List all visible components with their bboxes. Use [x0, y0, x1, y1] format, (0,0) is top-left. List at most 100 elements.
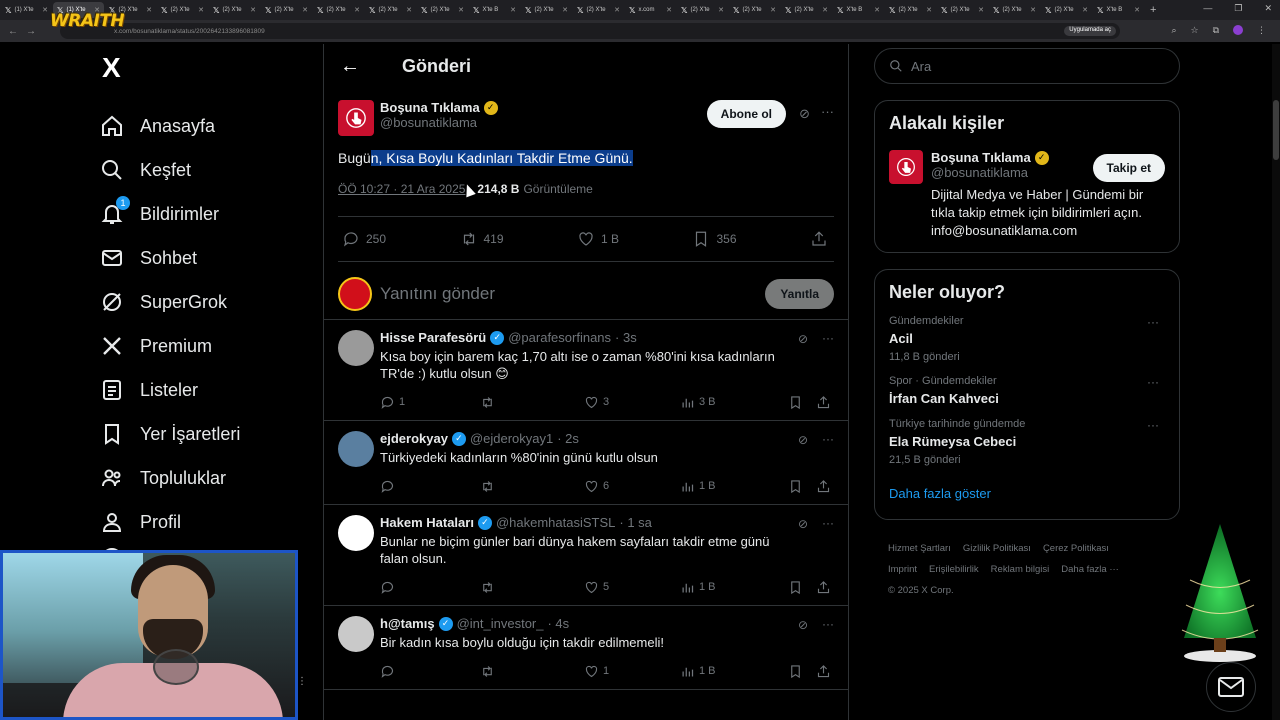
- more-options-icon[interactable]: ···: [821, 104, 834, 119]
- share-action[interactable]: [816, 664, 831, 679]
- grok-icon[interactable]: ⊘: [798, 433, 808, 447]
- reply-action[interactable]: 250: [342, 230, 386, 248]
- nav-item-bookmark[interactable]: Yer İşaretleri: [100, 412, 320, 456]
- trend-item[interactable]: Türkiye tarihinde gündemde Ela Rümeysa Ce…: [889, 418, 1165, 466]
- follow-button[interactable]: Takip et: [1092, 154, 1165, 182]
- close-tab-icon[interactable]: ✕: [510, 6, 516, 14]
- zoom-icon[interactable]: ⌕: [1171, 25, 1176, 36]
- more-options-icon[interactable]: ···: [822, 331, 834, 345]
- star-icon[interactable]: ☆: [1190, 25, 1198, 36]
- bookmark-action[interactable]: [788, 395, 816, 410]
- browser-tab[interactable]: 𝕏 (2) X'te ✕: [365, 2, 416, 18]
- reply-item[interactable]: ejderokyay ✓ @ejderokyay1 · 2s Türkiyedeki k…: [324, 421, 848, 505]
- browser-tab[interactable]: 𝕏 X'te B ✕: [469, 2, 520, 18]
- reply-submit-button[interactable]: Yanıtla: [765, 278, 834, 309]
- views-action[interactable]: 1 B: [680, 479, 788, 494]
- reply-avatar[interactable]: [338, 330, 374, 366]
- reply-item[interactable]: Hakem Hataları ✓ @hakemhatasiSTSL · 1 sa Bun…: [324, 505, 848, 606]
- footer-link[interactable]: Erişilebilirlik: [929, 564, 979, 575]
- messages-drawer-button[interactable]: [1206, 662, 1256, 712]
- close-tab-icon[interactable]: ✕: [1030, 6, 1036, 14]
- reply-avatar[interactable]: [338, 431, 374, 467]
- share-action[interactable]: [810, 230, 828, 248]
- browser-tab[interactable]: 𝕏 X'te B ✕: [1093, 2, 1144, 18]
- my-avatar[interactable]: [338, 276, 372, 311]
- back-nav-icon[interactable]: ←: [8, 26, 18, 37]
- browser-tab[interactable]: 𝕏 (2) X'te ✕: [729, 2, 780, 18]
- reply-item[interactable]: h@tamış ✓ @int_investor_ · 4s Bir kadın kısa…: [324, 606, 848, 690]
- menu-dots-icon[interactable]: ⋮: [1257, 25, 1266, 36]
- reply-author-handle[interactable]: @parafesorfinans: [508, 330, 611, 345]
- nav-item-person[interactable]: Profil: [100, 500, 320, 544]
- close-tab-icon[interactable]: ✕: [718, 6, 724, 14]
- reply-action[interactable]: [380, 479, 480, 494]
- share-action[interactable]: [816, 479, 831, 494]
- like-action[interactable]: 3: [584, 395, 680, 410]
- views-action[interactable]: 1 B: [680, 580, 788, 595]
- reply-author-handle[interactable]: @hakemhatasiSTSL: [496, 515, 615, 530]
- grok-icon[interactable]: ⊘: [799, 106, 810, 122]
- browser-tab[interactable]: 𝕏 (2) X'te ✕: [313, 2, 364, 18]
- reply-author-handle[interactable]: @int_investor_: [457, 616, 544, 631]
- footer-link[interactable]: Daha fazla ···: [1061, 564, 1119, 575]
- reply-author-name[interactable]: ejderokyay: [380, 431, 448, 446]
- close-window-icon[interactable]: ✕: [1264, 3, 1272, 14]
- related-person[interactable]: Boşuna Tıklama ✓ @bosunatiklama Dijital M…: [889, 150, 1165, 240]
- browser-tab[interactable]: 𝕏 (2) X'te ✕: [677, 2, 728, 18]
- nav-item-people[interactable]: Topluluklar: [100, 456, 320, 500]
- close-tab-icon[interactable]: ✕: [198, 6, 204, 14]
- footer-link[interactable]: Çerez Politikası: [1043, 543, 1109, 554]
- browser-tab[interactable]: 𝕏 (2) X'te ✕: [261, 2, 312, 18]
- more-options-icon[interactable]: ···: [822, 617, 834, 631]
- x-logo[interactable]: X: [102, 52, 320, 84]
- reply-input[interactable]: Yanıtını gönder: [380, 284, 765, 304]
- grok-icon[interactable]: ⊘: [798, 332, 808, 346]
- reply-action[interactable]: [380, 664, 480, 679]
- share-action[interactable]: [816, 580, 831, 595]
- more-options-icon[interactable]: ···: [1147, 375, 1159, 389]
- footer-link[interactable]: Gizlilik Politikası: [963, 543, 1031, 554]
- close-tab-icon[interactable]: ✕: [302, 6, 308, 14]
- repost-action[interactable]: [480, 580, 584, 595]
- restore-icon[interactable]: ❐: [1234, 3, 1242, 14]
- reply-time[interactable]: · 2s: [557, 431, 579, 446]
- browser-tab[interactable]: 𝕏 (2) X'te ✕: [417, 2, 468, 18]
- more-options-icon[interactable]: ···: [1147, 315, 1159, 329]
- browser-tab[interactable]: 𝕏 (2) X'te ✕: [573, 2, 624, 18]
- close-tab-icon[interactable]: ✕: [406, 6, 412, 14]
- close-tab-icon[interactable]: ✕: [822, 6, 828, 14]
- browser-tab[interactable]: 𝕏 (2) X'te ✕: [521, 2, 572, 18]
- close-tab-icon[interactable]: ✕: [250, 6, 256, 14]
- related-name[interactable]: Boşuna Tıklama: [931, 150, 1031, 165]
- repost-action[interactable]: [480, 395, 584, 410]
- reply-avatar[interactable]: [338, 616, 374, 652]
- open-in-app-badge[interactable]: Uygulamada aç: [1064, 26, 1116, 36]
- nav-item-search[interactable]: Keşfet: [100, 148, 320, 192]
- reply-avatar[interactable]: [338, 515, 374, 551]
- like-action[interactable]: 1: [584, 664, 680, 679]
- reply-action[interactable]: [380, 580, 480, 595]
- browser-tab[interactable]: 𝕏x.com ✕: [625, 2, 676, 18]
- forward-nav-icon[interactable]: →: [26, 26, 36, 37]
- new-tab-button[interactable]: +: [1150, 4, 1156, 16]
- close-tab-icon[interactable]: ✕: [146, 6, 152, 14]
- close-tab-icon[interactable]: ✕: [1134, 6, 1140, 14]
- scroll-thumb[interactable]: [1273, 100, 1279, 160]
- browser-tab[interactable]: 𝕏 (2) X'te ✕: [937, 2, 988, 18]
- show-more-link[interactable]: Daha fazla göster: [889, 486, 1165, 507]
- reply-author-handle[interactable]: @ejderokyay1: [470, 431, 553, 446]
- close-tab-icon[interactable]: ✕: [874, 6, 880, 14]
- more-options-icon[interactable]: ···: [822, 516, 834, 530]
- close-tab-icon[interactable]: ✕: [458, 6, 464, 14]
- browser-tab[interactable]: 𝕏 (2) X'te ✕: [989, 2, 1040, 18]
- bookmark-action[interactable]: [788, 664, 816, 679]
- close-tab-icon[interactable]: ✕: [42, 6, 48, 14]
- bookmark-action[interactable]: [788, 479, 816, 494]
- share-action[interactable]: [816, 395, 831, 410]
- reply-author-name[interactable]: Hakem Hataları: [380, 515, 474, 530]
- browser-tab[interactable]: 𝕏 (2) X'te ✕: [157, 2, 208, 18]
- related-avatar[interactable]: [889, 150, 923, 184]
- trend-item[interactable]: Spor · Gündemdekiler İrfan Can Kahveci ···: [889, 375, 1165, 406]
- bookmark-action[interactable]: 356: [692, 230, 737, 248]
- nav-item-list[interactable]: Listeler: [100, 368, 320, 412]
